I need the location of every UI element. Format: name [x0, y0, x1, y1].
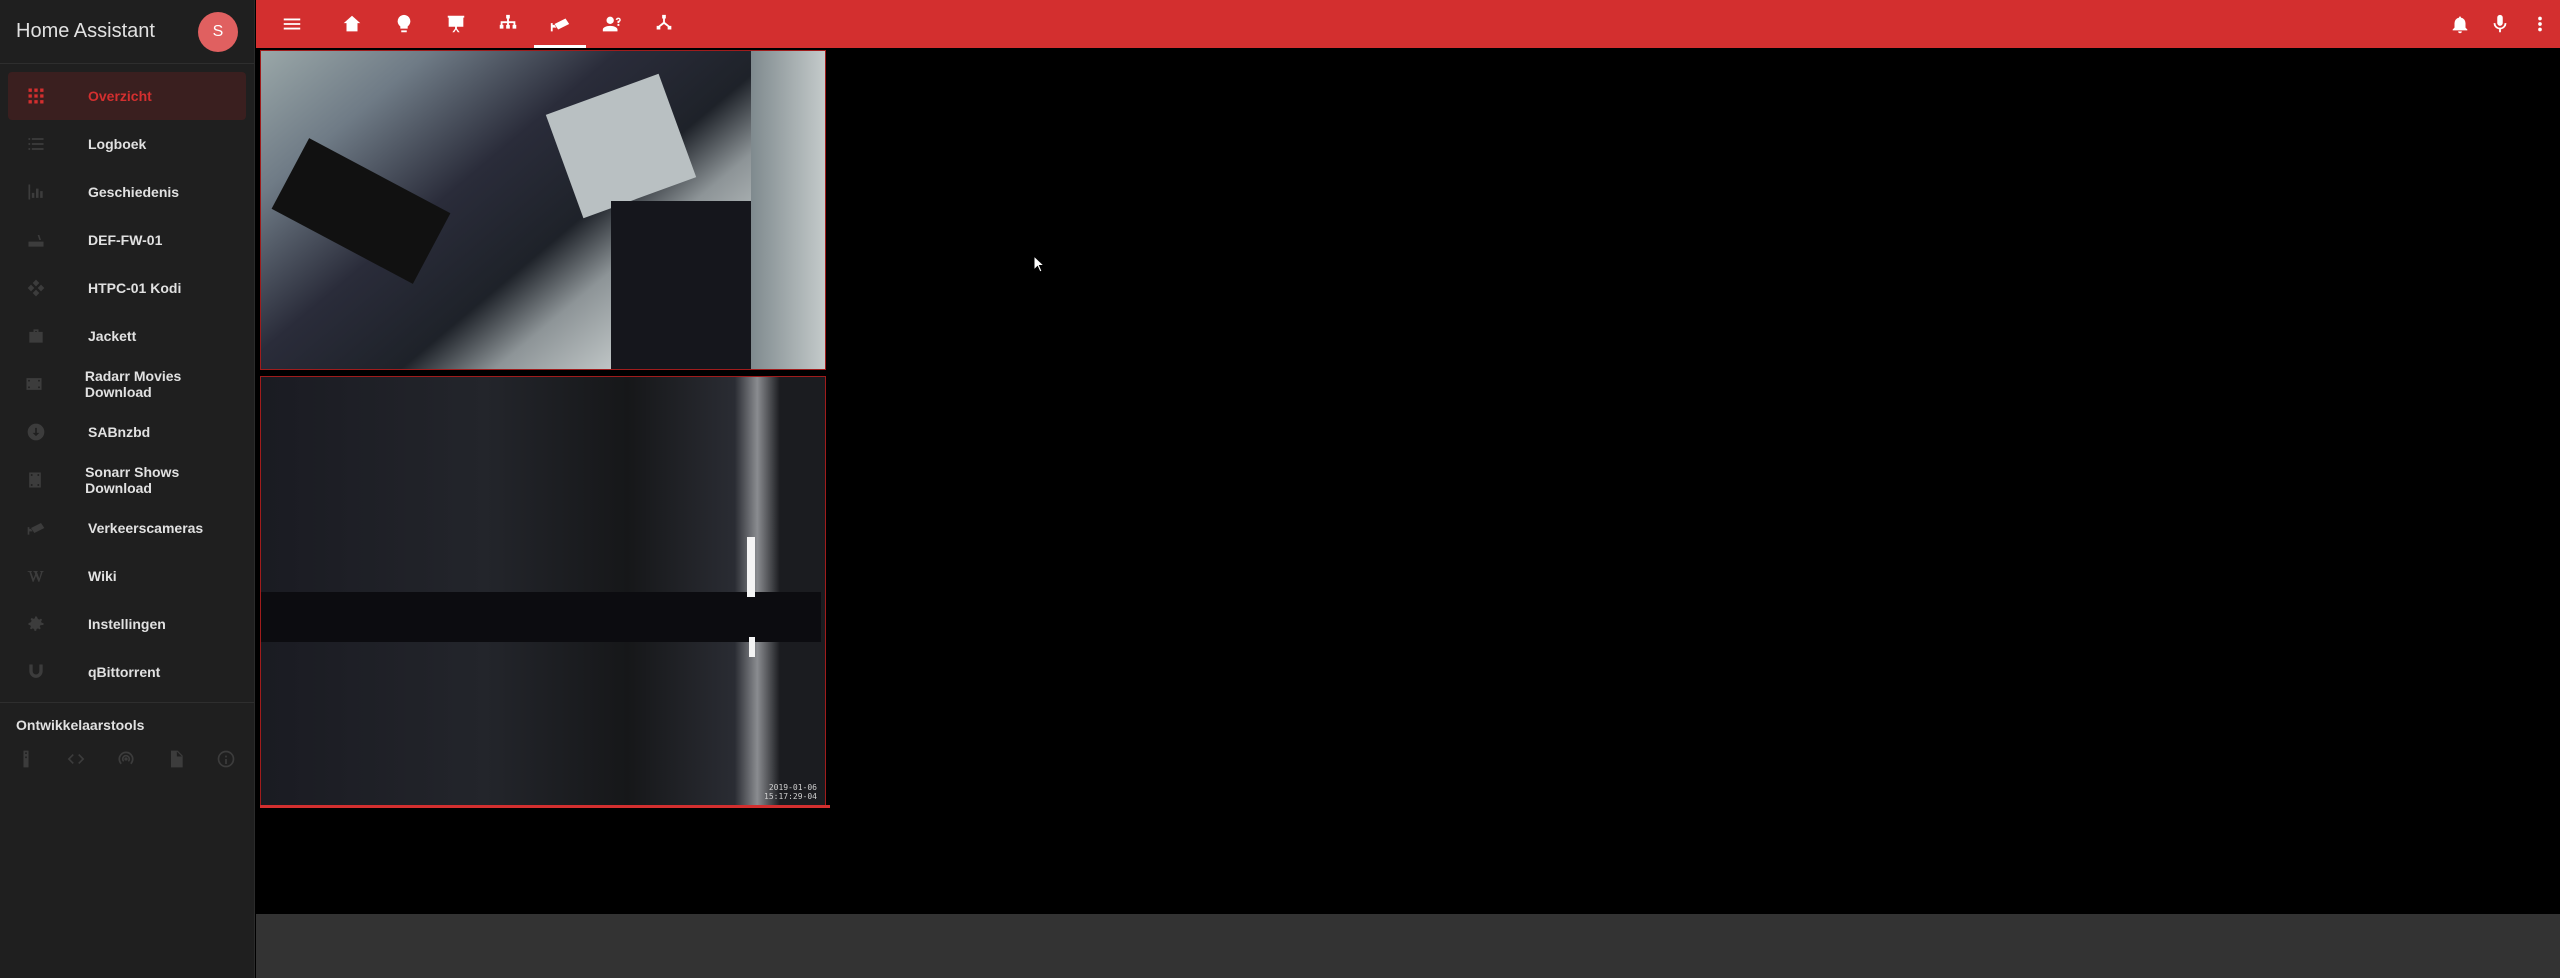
camera-feed-kitchen[interactable]: [260, 50, 826, 370]
menu-icon[interactable]: [280, 12, 304, 36]
tab-home-icon[interactable]: [340, 12, 364, 36]
camera-image-detail: [751, 51, 825, 369]
sidebar-item-sonarr-shows-download[interactable]: Sonarr Shows Download: [8, 456, 246, 504]
user-avatar[interactable]: S: [198, 11, 238, 52]
sidebar-item-label: Wiki: [88, 568, 117, 584]
app-title: Home Assistant: [16, 20, 155, 42]
sidebar-item-label: qBittorrent: [88, 664, 161, 680]
remote-icon[interactable]: [14, 747, 38, 771]
sidebar-item-label: Instellingen: [88, 616, 166, 632]
sidebar-item-wiki[interactable]: Wiki: [8, 552, 246, 600]
camera-image-detail: [545, 73, 697, 219]
magnet-icon: [24, 660, 48, 684]
tab-presentation-icon[interactable]: [444, 12, 468, 36]
camera-view: 2019-01-06 15:17:29-04: [256, 48, 2560, 914]
sidebar: Home Assistant S Overzicht Logboek Geschie…: [0, 0, 255, 978]
chart-bar-icon: [24, 180, 48, 204]
sidebar-item-label: Geschiedenis: [88, 184, 180, 200]
microphone-icon[interactable]: [2488, 12, 2512, 36]
camera-image-detail: [271, 138, 451, 284]
code-icon[interactable]: [64, 747, 88, 771]
camera-image-detail: [611, 201, 771, 369]
tab-network-icon[interactable]: [496, 12, 520, 36]
timestamp-time: 15:17:29-04: [764, 792, 817, 801]
list-icon: [24, 132, 48, 156]
dots-vertical-icon[interactable]: [2528, 12, 2552, 36]
sidebar-item-label: Logboek: [88, 136, 147, 152]
camera-image-detail: [747, 537, 755, 597]
footer-bar: [256, 914, 2560, 978]
sidebar-item-logboek[interactable]: Logboek: [8, 120, 246, 168]
sidebar-item-def-fw-01[interactable]: DEF-FW-01: [8, 216, 246, 264]
router-icon: [24, 228, 48, 252]
file-icon[interactable]: [164, 747, 188, 771]
wikipedia-icon: [24, 564, 48, 588]
sidebar-item-overzicht[interactable]: Overzicht: [8, 72, 246, 120]
grid-icon: [24, 84, 48, 108]
tab-lan-icon[interactable]: [652, 12, 676, 36]
info-icon[interactable]: [214, 747, 238, 771]
devtools-header: Ontwikkelaarstools: [16, 717, 145, 733]
tab-account-question-icon[interactable]: [600, 12, 624, 36]
sidebar-item-label: Radarr Movies Download: [84, 368, 182, 400]
film-icon: [24, 468, 45, 492]
broadcast-icon[interactable]: [114, 747, 138, 771]
sidebar-item-verkeerscameras[interactable]: Verkeerscameras: [8, 504, 246, 552]
gear-icon: [24, 612, 48, 636]
kodi-icon: [24, 276, 48, 300]
cctv-icon: [24, 516, 48, 540]
sidebar-item-sabnzbd[interactable]: SABnzbd: [8, 408, 246, 456]
sidebar-item-jackett[interactable]: Jackett: [8, 312, 246, 360]
sidebar-item-geschiedenis[interactable]: Geschiedenis: [8, 168, 246, 216]
camera-card-underline: [260, 805, 830, 808]
sidebar-item-label: Overzicht: [88, 88, 152, 104]
top-bar: [256, 0, 2560, 48]
camera-image-detail: [749, 637, 755, 657]
download-circle-icon: [24, 420, 48, 444]
bell-icon[interactable]: [2448, 12, 2472, 36]
sidebar-nav: Overzicht Logboek Geschiedenis DEF-FW-01 HTP…: [0, 64, 254, 696]
sidebar-item-label: DEF-FW-01: [88, 232, 163, 248]
mouse-cursor-icon: [1034, 256, 1046, 273]
tab-lightbulb-icon[interactable]: [392, 12, 416, 36]
briefcase-icon: [24, 324, 48, 348]
devtools-row: [0, 743, 254, 775]
camera-timestamp: 2019-01-06 15:17:29-04: [764, 783, 817, 801]
sidebar-header: Home Assistant S: [0, 0, 254, 64]
sidebar-item-qbittorrent[interactable]: qBittorrent: [8, 648, 246, 696]
tab-cctv-icon[interactable]: [548, 12, 572, 36]
sidebar-item-radarr-movies-download[interactable]: Radarr Movies Download: [8, 360, 246, 408]
movie-icon: [24, 372, 45, 396]
sidebar-item-label: Sonarr Shows Download: [85, 464, 180, 496]
sidebar-item-instellingen[interactable]: Instellingen: [8, 600, 246, 648]
sidebar-item-label: Jackett: [88, 328, 137, 344]
sidebar-item-htpc-01-kodi[interactable]: HTPC-01 Kodi: [8, 264, 246, 312]
app-root: Home Assistant S Overzicht Logboek Geschie…: [0, 0, 2560, 978]
camera-image-detail: [261, 592, 821, 642]
camera-feed-hallway[interactable]: 2019-01-06 15:17:29-04: [260, 376, 826, 806]
sidebar-item-label: SABnzbd: [88, 424, 151, 440]
sidebar-item-label: HTPC-01 Kodi: [88, 280, 182, 296]
timestamp-date: 2019-01-06: [768, 783, 817, 792]
sidebar-item-label: Verkeerscameras: [88, 520, 204, 536]
